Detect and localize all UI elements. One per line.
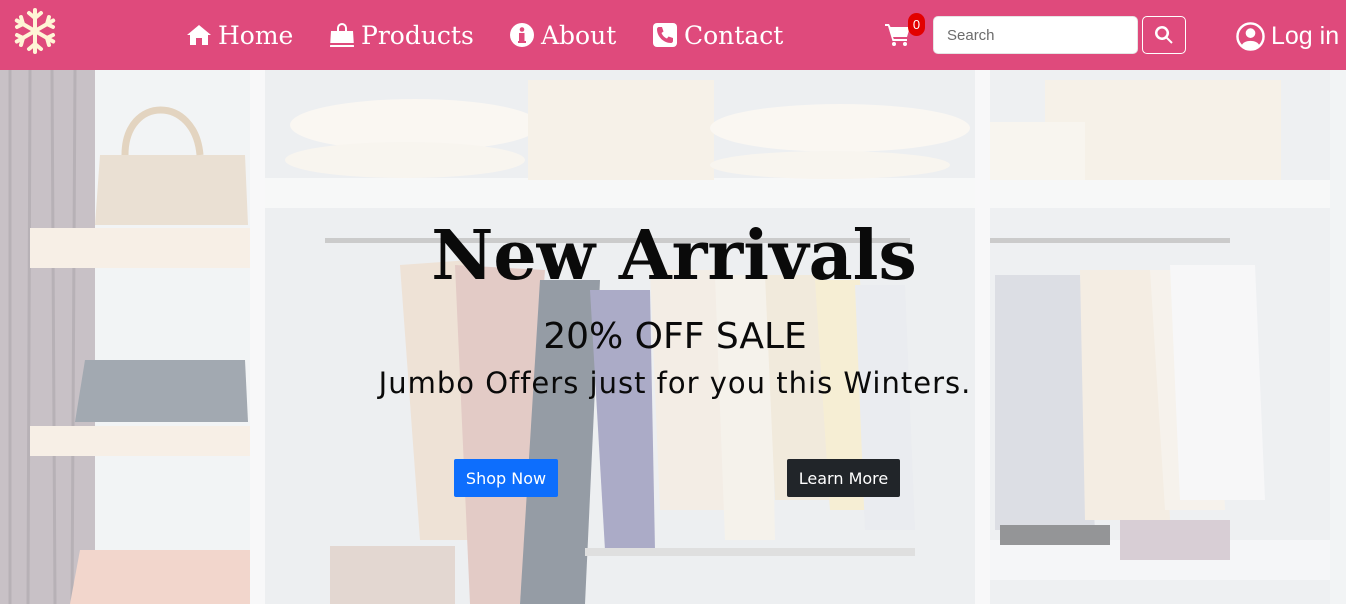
nav-products-label: Products	[361, 20, 474, 50]
nav-about-link[interactable]: About	[509, 18, 616, 52]
nav-contact-link[interactable]: Contact	[652, 18, 783, 52]
cart-count-badge: 0	[908, 13, 925, 36]
hero-banner: New Arrivals 20% OFF SALE Jumbo Offers j…	[0, 70, 1346, 604]
snowflake-icon[interactable]	[11, 7, 59, 55]
login-link[interactable]: Log in	[1236, 18, 1339, 54]
nav-home-label: Home	[218, 20, 294, 50]
phone-square-icon	[653, 23, 677, 47]
hero-title: New Arrivals	[431, 216, 917, 296]
search-button[interactable]	[1142, 16, 1186, 54]
hero-tagline: Jumbo Offers just for you this Winters.	[378, 366, 972, 400]
nav-home-link[interactable]: Home	[186, 18, 293, 52]
shopping-bag-icon	[330, 23, 354, 47]
nav-contact-label: Contact	[684, 20, 784, 50]
info-circle-icon	[510, 23, 534, 47]
search-input[interactable]	[933, 16, 1138, 54]
login-label: Log in	[1271, 21, 1340, 50]
user-circle-icon	[1236, 21, 1265, 51]
learn-more-button[interactable]: Learn More	[787, 459, 900, 497]
hero-subtitle: 20% OFF SALE	[543, 316, 807, 357]
home-icon	[187, 25, 211, 45]
nav-products-link[interactable]: Products	[329, 18, 474, 52]
top-navbar: Home Products About Contact 0 Search Log…	[0, 0, 1346, 70]
search-icon	[1155, 26, 1173, 44]
shop-now-button[interactable]: Shop Now	[454, 459, 558, 497]
nav-about-label: About	[541, 20, 617, 50]
